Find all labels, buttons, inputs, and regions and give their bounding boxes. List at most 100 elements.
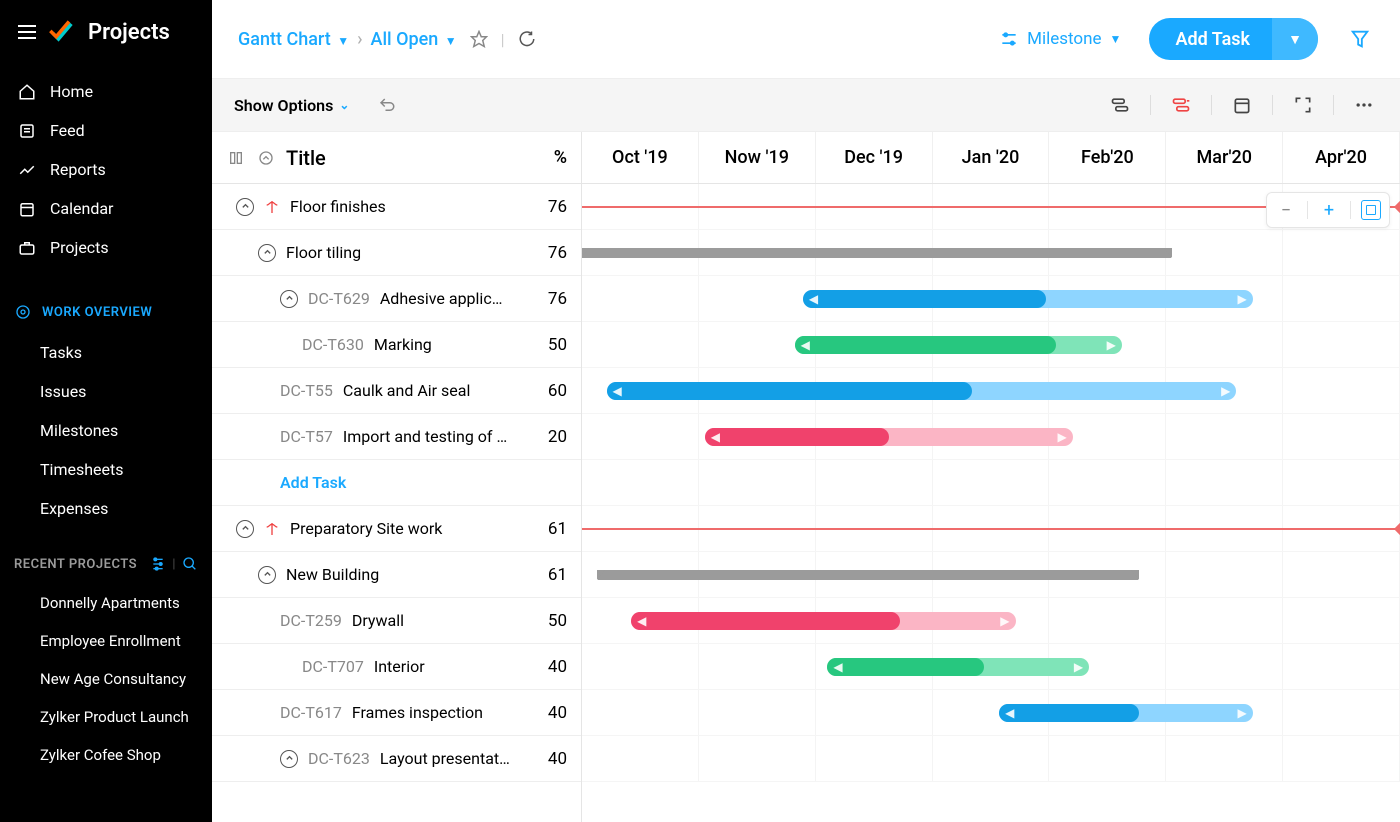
- collapse-icon[interactable]: [258, 244, 276, 262]
- zoom-fit-button[interactable]: [1361, 200, 1381, 220]
- bar-handle-right[interactable]: ▶: [1074, 660, 1083, 674]
- gantt-row[interactable]: ◀▶: [582, 368, 1400, 414]
- nav-label: Feed: [50, 121, 85, 140]
- work-overview-header[interactable]: WORK OVERVIEW: [0, 275, 212, 333]
- bar-handle-right[interactable]: ▶: [1000, 614, 1009, 628]
- gantt-row[interactable]: [582, 552, 1400, 598]
- add-task-inline[interactable]: Add Task: [280, 473, 511, 492]
- breadcrumb-filter[interactable]: All Open ▼: [371, 29, 457, 50]
- zoom-in-button[interactable]: +: [1318, 200, 1340, 221]
- task-row[interactable]: DC-T707Interior40: [212, 644, 581, 690]
- task-row[interactable]: DC-T57Import and testing of woo..20: [212, 414, 581, 460]
- task-row[interactable]: Add Task: [212, 460, 581, 506]
- zoom-out-button[interactable]: −: [1275, 200, 1297, 221]
- recent-project[interactable]: Employee Enrollment: [0, 622, 212, 660]
- task-row[interactable]: DC-T259Drywall50: [212, 598, 581, 644]
- group-by-milestone[interactable]: Milestone ▼: [999, 29, 1121, 49]
- collapse-icon[interactable]: [236, 198, 254, 216]
- task-bar[interactable]: ◀▶: [631, 612, 1015, 630]
- bar-handle-right[interactable]: ▶: [1107, 338, 1116, 352]
- bar-handle-left[interactable]: ◀: [613, 384, 622, 398]
- task-bar[interactable]: ◀▶: [827, 658, 1089, 676]
- expand-all-icon[interactable]: [256, 150, 276, 166]
- task-bar[interactable]: ◀▶: [999, 704, 1253, 722]
- bar-handle-right[interactable]: ▶: [1238, 292, 1247, 306]
- nav-milestones[interactable]: Milestones: [0, 411, 212, 450]
- nav-issues[interactable]: Issues: [0, 372, 212, 411]
- gantt-row[interactable]: ◀▶: [582, 644, 1400, 690]
- today-icon[interactable]: [1228, 91, 1256, 119]
- collapse-icon[interactable]: [236, 520, 254, 538]
- collapse-icon[interactable]: [280, 290, 298, 308]
- task-row[interactable]: DC-T630Marking50: [212, 322, 581, 368]
- nav-calendar[interactable]: Calendar: [0, 189, 212, 228]
- nav-tasks[interactable]: Tasks: [0, 333, 212, 372]
- breadcrumb-view[interactable]: Gantt Chart ▼: [238, 29, 349, 50]
- task-row[interactable]: New Building61: [212, 552, 581, 598]
- filter-icon[interactable]: [1346, 25, 1374, 53]
- search-icon[interactable]: [182, 556, 198, 572]
- gantt-row[interactable]: [582, 506, 1400, 552]
- nav-timesheets[interactable]: Timesheets: [0, 450, 212, 489]
- undo-icon[interactable]: [375, 93, 399, 117]
- baseline-icon[interactable]: [1167, 91, 1195, 119]
- nav-reports[interactable]: Reports: [0, 150, 212, 189]
- gantt-row[interactable]: [582, 736, 1400, 782]
- task-bar[interactable]: ◀▶: [795, 336, 1122, 354]
- task-row[interactable]: DC-T629Adhesive application76: [212, 276, 581, 322]
- settings-icon[interactable]: [150, 556, 166, 572]
- show-options-toggle[interactable]: Show Options ⌄: [234, 96, 349, 115]
- recent-project[interactable]: Donnelly Apartments: [0, 584, 212, 622]
- add-task-button[interactable]: Add Task ▼: [1149, 18, 1318, 60]
- gantt-row[interactable]: ◀▶: [582, 414, 1400, 460]
- more-icon[interactable]: [1350, 91, 1378, 119]
- feed-icon: [18, 122, 36, 140]
- nav-home[interactable]: Home: [0, 72, 212, 111]
- summary-bar[interactable]: [582, 248, 1171, 258]
- bar-handle-left[interactable]: ◀: [833, 660, 842, 674]
- task-row[interactable]: DC-T623Layout presentation40: [212, 736, 581, 782]
- collapse-icon[interactable]: [280, 750, 298, 768]
- gantt-row[interactable]: [582, 230, 1400, 276]
- task-row[interactable]: Preparatory Site work61: [212, 506, 581, 552]
- star-icon[interactable]: [467, 27, 491, 51]
- milestone-bar[interactable]: [582, 528, 1400, 530]
- gantt-row[interactable]: ◀▶: [582, 322, 1400, 368]
- task-bar[interactable]: ◀▶: [803, 290, 1253, 308]
- bar-handle-left[interactable]: ◀: [711, 430, 720, 444]
- gantt-row[interactable]: [582, 460, 1400, 506]
- recent-project[interactable]: New Age Consultancy: [0, 660, 212, 698]
- nav-feed[interactable]: Feed: [0, 111, 212, 150]
- nav-expenses[interactable]: Expenses: [0, 489, 212, 528]
- column-title: Title: [286, 146, 511, 170]
- task-bar[interactable]: ◀▶: [607, 382, 1237, 400]
- recent-project[interactable]: Zylker Product Launch: [0, 698, 212, 736]
- gantt-row[interactable]: ◀▶: [582, 690, 1400, 736]
- gantt-row[interactable]: ◀▶: [582, 276, 1400, 322]
- bar-handle-right[interactable]: ▶: [1238, 706, 1247, 720]
- columns-icon[interactable]: [226, 150, 246, 166]
- menu-icon[interactable]: [18, 25, 36, 39]
- add-task-dropdown[interactable]: ▼: [1272, 18, 1318, 60]
- task-row[interactable]: Floor finishes76: [212, 184, 581, 230]
- gantt-timeline[interactable]: Oct '19Now '19Dec '19Jan '20Feb'20Mar'20…: [582, 132, 1400, 822]
- gantt-row[interactable]: ◀▶: [582, 598, 1400, 644]
- task-row[interactable]: Floor tiling76: [212, 230, 581, 276]
- task-row[interactable]: DC-T55Caulk and Air seal60: [212, 368, 581, 414]
- recent-project[interactable]: Zylker Cofee Shop: [0, 736, 212, 774]
- fullscreen-icon[interactable]: [1289, 91, 1317, 119]
- bar-handle-left[interactable]: ◀: [809, 292, 818, 306]
- summary-bar[interactable]: [598, 570, 1138, 580]
- bar-handle-right[interactable]: ▶: [1221, 384, 1230, 398]
- critical-path-icon[interactable]: [1106, 91, 1134, 119]
- gantt-task-list: Title % Floor finishes76Floor tiling76DC…: [212, 132, 582, 822]
- bar-handle-left[interactable]: ◀: [1005, 706, 1014, 720]
- refresh-icon[interactable]: [515, 27, 539, 51]
- bar-handle-left[interactable]: ◀: [801, 338, 810, 352]
- task-row[interactable]: DC-T617Frames inspection40: [212, 690, 581, 736]
- nav-projects[interactable]: Projects: [0, 228, 212, 267]
- task-bar[interactable]: ◀▶: [705, 428, 1073, 446]
- bar-handle-right[interactable]: ▶: [1058, 430, 1067, 444]
- bar-handle-left[interactable]: ◀: [637, 614, 646, 628]
- collapse-icon[interactable]: [258, 566, 276, 584]
